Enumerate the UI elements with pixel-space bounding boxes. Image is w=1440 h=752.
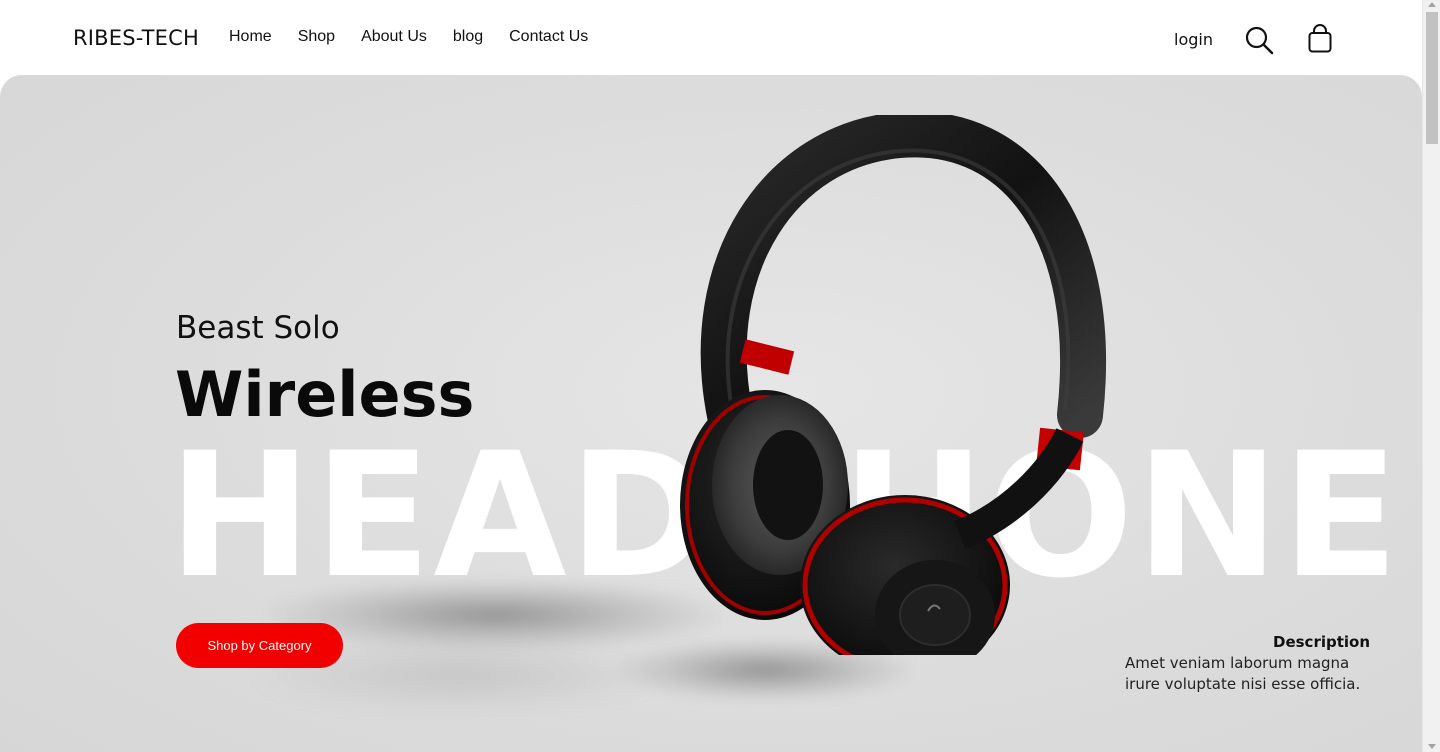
nav-home[interactable]: Home [229,28,272,46]
scroll-up-icon[interactable] [1428,2,1436,7]
hero-banner: HEADPHONE Beast Solo Wireless [0,75,1422,752]
scroll-down-icon[interactable] [1428,744,1436,749]
main-nav: Home Shop About Us blog Contact Us [229,28,614,46]
site-header: RIBES-TECH Home Shop About Us blog Conta… [0,0,1422,76]
description-heading: Description [1273,633,1371,651]
headphones-image [680,115,1107,655]
site-logo[interactable]: RIBES-TECH [73,26,199,50]
hero-title: Wireless [175,358,475,431]
scroll-thumb[interactable] [1426,12,1438,144]
login-link[interactable]: login [1174,30,1213,49]
shop-by-category-button[interactable]: Shop by Category [176,623,343,668]
nav-contact-us[interactable]: Contact Us [509,28,588,46]
nav-blog[interactable]: blog [453,28,483,46]
description-text: Amet veniam laborum magna irure voluptat… [1125,654,1361,693]
page-scrollbar[interactable] [1422,0,1440,752]
search-icon[interactable] [1244,25,1274,55]
hero-subtitle: Beast Solo [176,310,340,346]
nav-shop[interactable]: Shop [298,28,335,46]
shopping-bag-icon[interactable] [1306,24,1334,54]
nav-about-us[interactable]: About Us [361,28,427,46]
